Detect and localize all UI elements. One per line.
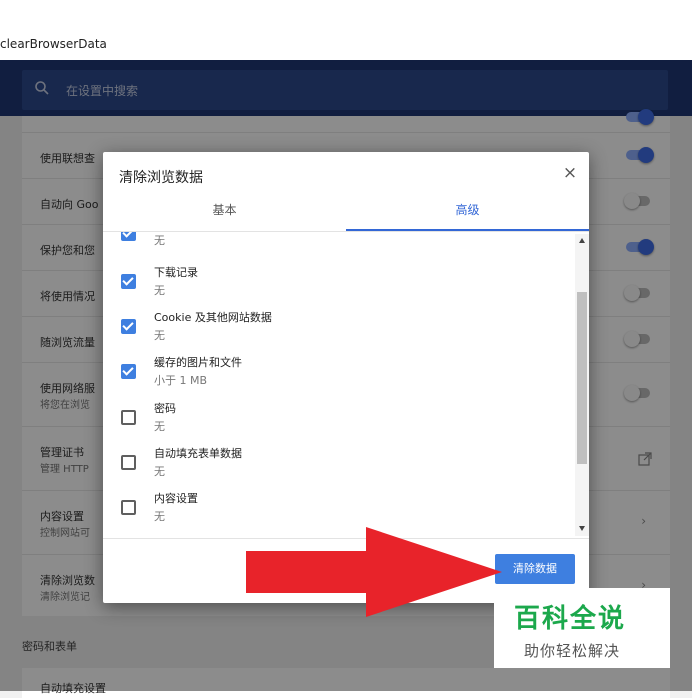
clear-data-button[interactable]: 清除数据 xyxy=(495,554,575,584)
watermark-slogan: 助你轻松解决 xyxy=(524,642,621,660)
tab-advanced[interactable]: 高级 xyxy=(346,198,589,230)
address-bar-text: clearBrowserData xyxy=(0,37,107,51)
item-subtitle: 无 xyxy=(154,329,165,342)
list-item[interactable]: 下载记录 无 xyxy=(103,262,573,306)
checkbox-checked[interactable] xyxy=(121,319,136,334)
data-type-list[interactable]: 无 下载记录 无 Cookie 及其他网站数据 无 缓存的图片和文件 小于 1 … xyxy=(103,232,589,538)
item-title: 下载记录 xyxy=(154,266,198,279)
item-subtitle: 无 xyxy=(154,420,165,433)
checkbox-unchecked[interactable] xyxy=(121,455,136,470)
item-subtitle: 小于 1 MB xyxy=(154,374,208,387)
item-subtitle: 无 xyxy=(154,234,165,247)
close-icon[interactable]: × xyxy=(559,162,581,184)
tab-basic[interactable]: 基本 xyxy=(103,198,346,230)
list-item[interactable]: Cookie 及其他网站数据 无 xyxy=(103,307,573,351)
item-title: 内容设置 xyxy=(154,492,198,505)
list-item[interactable]: 缓存的图片和文件 小于 1 MB xyxy=(103,352,573,396)
browser-tabstrip xyxy=(0,0,692,31)
item-title: Cookie 及其他网站数据 xyxy=(154,311,272,324)
checkbox-checked[interactable] xyxy=(121,364,136,379)
scroll-up-arrow-icon[interactable] xyxy=(579,238,585,243)
checkbox-checked[interactable] xyxy=(121,232,136,241)
dialog-title: 清除浏览数据 xyxy=(119,170,203,186)
list-item[interactable]: 密码 无 xyxy=(103,398,573,442)
item-subtitle: 无 xyxy=(154,284,165,297)
item-subtitle: 无 xyxy=(154,510,165,523)
checkbox-checked[interactable] xyxy=(121,274,136,289)
item-subtitle: 无 xyxy=(154,465,165,478)
watermark-logo-text: 百科全说 xyxy=(514,604,627,634)
red-arrow-icon xyxy=(246,527,502,617)
list-item[interactable]: 内容设置 无 xyxy=(103,488,573,532)
list-item[interactable]: 自动填充表单数据 无 xyxy=(103,443,573,487)
item-title: 密码 xyxy=(154,402,176,415)
item-title: 自动填充表单数据 xyxy=(154,447,242,460)
checkbox-unchecked[interactable] xyxy=(121,500,136,515)
scroll-down-arrow-icon[interactable] xyxy=(579,526,585,531)
checkbox-unchecked[interactable] xyxy=(121,410,136,425)
scrollbar-thumb[interactable] xyxy=(577,292,587,464)
item-title: 缓存的图片和文件 xyxy=(154,356,242,369)
